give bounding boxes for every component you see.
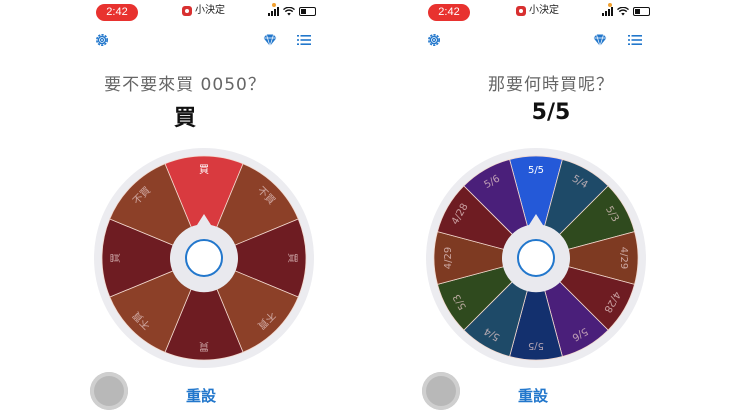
wheel-slice-label: 4/29 bbox=[618, 247, 629, 269]
wheel-slice-label: 買 bbox=[199, 164, 209, 176]
cellular-signal-icon bbox=[268, 7, 279, 16]
status-time-pill: 2:42 bbox=[428, 4, 470, 21]
question-text: 要不要來買 0050？ bbox=[104, 75, 266, 95]
reset-button[interactable]: 重設 bbox=[186, 385, 216, 406]
decision-wheel[interactable]: 5/55/45/34/294/285/65/55/45/34/294/285/6 bbox=[426, 148, 646, 368]
list-icon[interactable] bbox=[627, 32, 643, 48]
app-record-icon bbox=[516, 6, 526, 16]
wheel-slice-label: 買 bbox=[286, 253, 298, 263]
status-icons bbox=[602, 7, 650, 16]
spin-button[interactable] bbox=[90, 372, 128, 410]
cellular-signal-icon bbox=[602, 7, 613, 16]
gear-icon[interactable] bbox=[426, 32, 442, 48]
phone-screen-left: 2:42 小決定 要不要來買 0050？ 買 買不買買不買買不買買不買 重設 bbox=[0, 0, 370, 416]
reset-button[interactable]: 重設 bbox=[518, 385, 548, 406]
answer-text: 買 bbox=[173, 106, 196, 131]
wheel-slice-label: 買 bbox=[199, 340, 209, 352]
battery-icon bbox=[299, 7, 316, 16]
wheel-slice-label: 5/5 bbox=[528, 165, 544, 176]
answer-text: 5/5 bbox=[531, 100, 571, 125]
question-text: 那要何時買呢？ bbox=[488, 75, 614, 95]
list-icon[interactable] bbox=[296, 32, 312, 48]
wheel-slice-label: 5/5 bbox=[528, 340, 544, 351]
phone-screen-right: 2:42 小決定 那要何時買呢？ 5/5 5/5 5/4 5/3 4/29 4/28 5/… bbox=[370, 0, 740, 416]
battery-icon bbox=[633, 7, 650, 16]
wifi-icon bbox=[283, 7, 295, 16]
status-app-indicator: 小決定 bbox=[516, 3, 559, 19]
wifi-icon bbox=[617, 7, 629, 16]
spin-button[interactable] bbox=[422, 372, 460, 410]
decision-wheel[interactable]: 買不買買不買買不買買不買 bbox=[94, 148, 314, 368]
app-record-icon bbox=[182, 6, 192, 16]
wheel-slice-label: 4/29 bbox=[443, 247, 454, 269]
status-app-name: 小決定 bbox=[529, 5, 559, 16]
wheel-center-button[interactable] bbox=[517, 239, 555, 277]
status-icons bbox=[268, 7, 316, 16]
diamond-icon[interactable] bbox=[262, 32, 278, 48]
status-time-pill: 2:42 bbox=[96, 4, 138, 21]
status-app-indicator: 小決定 bbox=[182, 3, 225, 19]
gear-icon[interactable] bbox=[94, 32, 110, 48]
wheel-slice-label: 買 bbox=[110, 253, 122, 263]
status-app-name: 小決定 bbox=[195, 5, 225, 16]
diamond-icon[interactable] bbox=[592, 32, 608, 48]
wheel-center-button[interactable] bbox=[185, 239, 223, 277]
